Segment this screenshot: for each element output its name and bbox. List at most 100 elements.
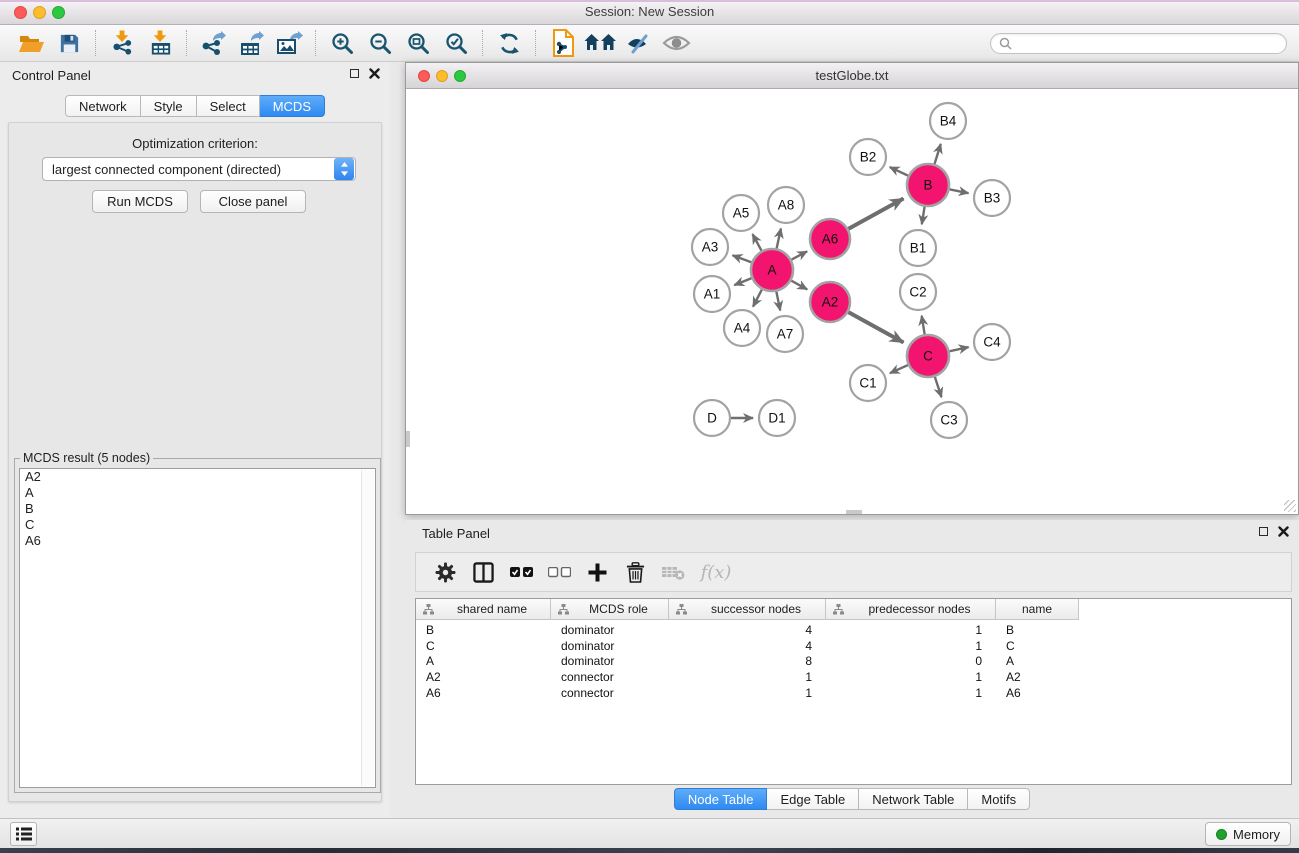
table-row[interactable]: Cdominator41C [416,638,1291,654]
tab-mcds[interactable]: MCDS [260,95,325,117]
mcds-result-item[interactable]: A2 [20,469,375,485]
import-table-button[interactable] [141,27,179,59]
mcds-result-list[interactable]: A2ABCA6 [19,468,376,788]
show-graphics-details-button[interactable] [657,27,695,59]
table-cell[interactable]: C [416,639,551,653]
search-input[interactable] [1017,36,1278,50]
export-network-icon [200,30,226,56]
tab-style[interactable]: Style [141,95,197,117]
memory-button[interactable]: Memory [1205,822,1291,846]
splitter-handle[interactable] [406,431,410,447]
column-header-shared-name[interactable]: shared name [416,599,551,620]
resize-grip-icon[interactable] [1284,500,1296,512]
table-cell[interactable]: 1 [826,623,996,637]
close-panel-icon[interactable] [369,68,380,79]
network-canvas[interactable]: AA1A2A3A4A5A6A7A8BB1B2B3B4CC1C2C3C4DD1 [406,89,1298,514]
zoom-fit-button[interactable] [399,27,437,59]
zoom-in-button[interactable] [323,27,361,59]
criterion-dropdown[interactable]: largest connected component (directed) [42,157,356,181]
split-columns-icon [473,562,494,583]
table-cell[interactable]: A6 [416,686,551,700]
table-cell[interactable]: A [996,654,1079,668]
create-column-button[interactable] [578,555,616,589]
float-panel-icon[interactable] [1259,527,1268,536]
graph-node-label-C2: C2 [909,285,926,300]
zoom-out-button[interactable] [361,27,399,59]
search-field[interactable] [990,33,1287,54]
task-history-button[interactable] [10,822,37,846]
table-cell[interactable]: 4 [669,623,826,637]
save-session-button[interactable] [50,27,88,59]
table-row[interactable]: A6connector11A6 [416,685,1291,701]
table-cell[interactable]: B [416,623,551,637]
tab-select[interactable]: Select [197,95,260,117]
float-panel-icon[interactable] [350,69,359,78]
table-cell[interactable]: 1 [826,670,996,684]
titlebar: Session: New Session [0,0,1299,25]
table-cell[interactable]: connector [551,686,669,700]
table-cell[interactable]: 1 [669,670,826,684]
table-cell[interactable]: 1 [826,686,996,700]
table-cell[interactable]: dominator [551,623,669,637]
mcds-result-item[interactable]: C [20,517,375,533]
close-panel-icon[interactable] [1278,526,1289,537]
splitter-handle[interactable] [846,510,862,514]
import-network-button[interactable] [103,27,141,59]
table-cell[interactable]: connector [551,670,669,684]
delete-column-button[interactable] [616,555,654,589]
tab-network-table[interactable]: Network Table [859,788,968,810]
show-hide-annotations-button[interactable] [619,27,657,59]
table-options-button[interactable] [426,555,464,589]
export-network-button[interactable] [194,27,232,59]
table-cell[interactable]: 1 [826,639,996,653]
table-cell[interactable]: B [996,623,1079,637]
table-cell[interactable]: A2 [416,670,551,684]
zoom-fit-icon [407,32,430,55]
tab-motifs[interactable]: Motifs [968,788,1030,810]
open-session-button[interactable] [12,27,50,59]
column-header-MCDS-role[interactable]: MCDS role [551,599,669,620]
mcds-result-item[interactable]: A [20,485,375,501]
column-header-predecessor-nodes[interactable]: predecessor nodes [826,599,996,620]
tab-node-table[interactable]: Node Table [674,788,768,810]
table-cell[interactable]: dominator [551,654,669,668]
mcds-result-item[interactable]: A6 [20,533,375,549]
tab-network[interactable]: Network [65,95,141,117]
control-panel: Control Panel Network Style Select MCDS … [0,62,390,818]
hide-all-columns-button[interactable] [540,555,578,589]
scrollbar-track[interactable] [361,470,374,786]
column-header-name[interactable]: name [996,599,1079,620]
table-row[interactable]: Bdominator41B [416,622,1291,638]
run-mcds-button[interactable]: Run MCDS [92,190,188,213]
close-panel-button[interactable]: Close panel [200,190,306,213]
table-row[interactable]: A2connector11A2 [416,669,1291,685]
zoom-selected-button[interactable] [437,27,475,59]
table-row[interactable]: Adominator80A [416,654,1291,670]
table-cell[interactable]: 0 [826,654,996,668]
show-all-columns-button[interactable] [502,555,540,589]
table-cell[interactable]: dominator [551,639,669,653]
tab-edge-table[interactable]: Edge Table [767,788,859,810]
table-cell[interactable]: C [996,639,1079,653]
export-image-button[interactable] [270,27,308,59]
table-cell[interactable]: 8 [669,654,826,668]
network-window-titlebar[interactable]: testGlobe.txt [406,63,1298,89]
table-cell[interactable]: A2 [996,670,1079,684]
column-header-successor-nodes[interactable]: successor nodes [669,599,826,620]
dropdown-stepper-icon [334,158,354,180]
mcds-result-box: MCDS result (5 nodes) A2ABCA6 [14,458,381,793]
network-graph[interactable]: AA1A2A3A4A5A6A7A8BB1B2B3B4CC1C2C3C4DD1 [406,89,1298,514]
export-table-button[interactable] [232,27,270,59]
new-network-from-selection-button[interactable] [543,27,581,59]
refresh-button[interactable] [490,27,528,59]
split-columns-button[interactable] [464,555,502,589]
table-cell[interactable]: A6 [996,686,1079,700]
mcds-result-item[interactable]: B [20,501,375,517]
export-table-icon [238,30,264,56]
table-cell[interactable]: A [416,654,551,668]
table-cell[interactable]: 1 [669,686,826,700]
gear-icon [435,562,456,583]
show-hide-panels-button[interactable] [581,27,619,59]
toolbar-separator [95,30,96,56]
table-cell[interactable]: 4 [669,639,826,653]
